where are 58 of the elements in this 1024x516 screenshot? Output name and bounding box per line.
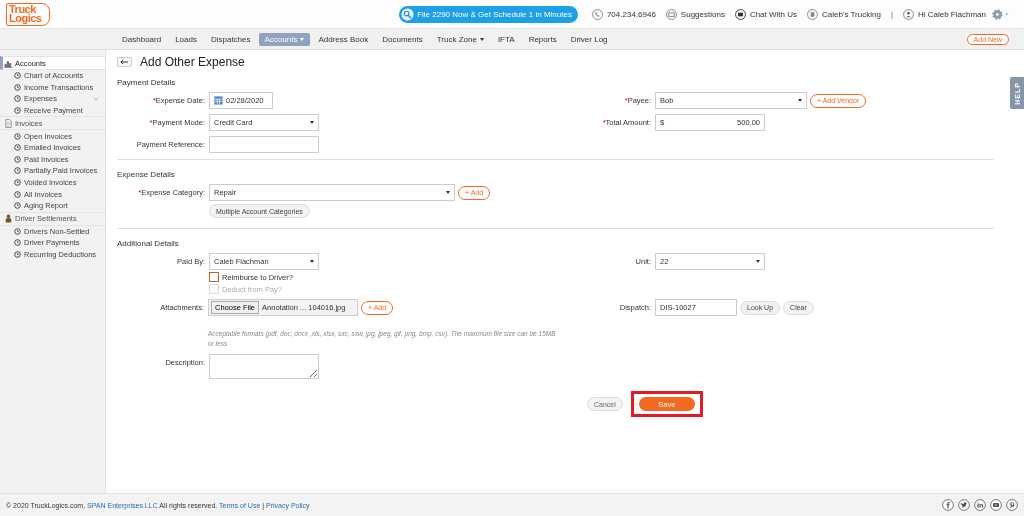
bar-chart-icon [4,58,13,68]
youtube-icon[interactable] [990,499,1002,511]
settings-icon[interactable] [992,8,1010,20]
clock-icon [14,132,21,140]
header-link[interactable]: Hi Caleb Flachman [902,8,986,20]
header-link[interactable]: Chat With Us [734,8,797,20]
nav-tab[interactable]: Truck Zone [430,32,490,46]
nav-tab[interactable]: Documents [376,32,429,46]
header-link[interactable]: Caleb's Trucking [807,8,881,20]
phone-icon [591,8,603,20]
separator: | [890,9,893,19]
clock-icon [14,155,21,163]
caret-icon [756,260,760,263]
text-field[interactable] [209,136,319,153]
clock-icon [14,144,21,152]
clock-icon [14,179,21,187]
description-field[interactable] [209,354,319,379]
nav-tab[interactable]: Dispatches [204,32,257,46]
clock-icon [14,167,21,175]
magnifier-icon [401,7,415,21]
caret-icon [310,121,314,124]
nav-tab[interactable]: Address Book [312,32,375,46]
clock-icon [14,239,21,247]
user-icon [902,8,914,20]
envelope-icon [665,8,677,20]
chat-icon [734,8,746,20]
section-heading: Additional Details [117,239,180,248]
nav-tab[interactable]: IFTA [491,32,521,46]
caret-icon [798,99,802,102]
section-heading: Expense Details [117,170,176,179]
clock-icon [14,190,21,198]
header-link[interactable]: Suggestions [665,8,725,20]
pinterest-icon[interactable] [1006,499,1018,511]
nav-tab[interactable]: Dashboard [116,32,168,46]
nav-tab[interactable]: Driver Log [564,32,614,46]
nav-tab[interactable]: Reports [522,32,563,46]
back-button[interactable] [117,57,132,67]
linkedin-icon[interactable] [974,499,986,511]
clock-icon [14,227,21,235]
document-icon [4,118,13,128]
clock-icon [14,83,21,91]
clock-icon [14,202,21,210]
checkbox[interactable] [209,272,219,282]
facebook-icon[interactable] [942,499,954,511]
header-link[interactable]: 704.234.6946 [591,8,656,20]
clock-icon [14,107,21,115]
nav-tab[interactable]: Loads [169,32,203,46]
page-title: Add Other Expense [140,55,245,69]
building-icon [807,8,818,20]
clock-icon [14,72,21,80]
section-heading: Payment Details [117,78,177,87]
person-icon [4,214,13,224]
twitter-icon[interactable] [958,499,970,511]
clock-icon [14,251,21,258]
caret-icon [446,191,450,194]
calendar-icon [214,96,223,105]
caret-icon [310,260,314,263]
clock-icon [14,95,21,103]
